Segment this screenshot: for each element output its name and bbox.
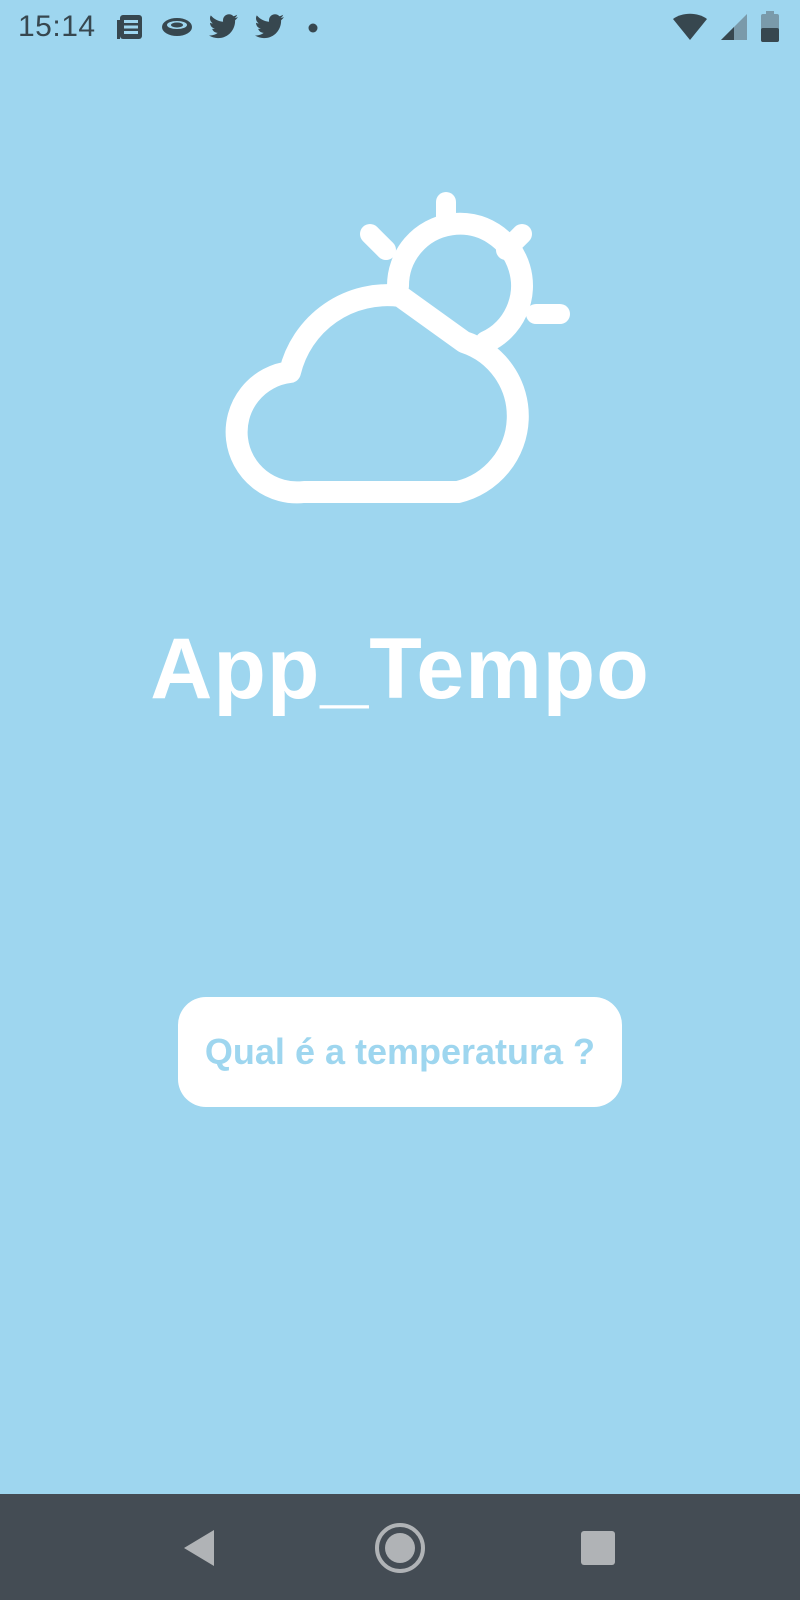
status-time: 15:14 [18,10,96,43]
news-icon [116,12,146,42]
back-icon [184,1530,214,1566]
cellular-signal-icon [720,13,748,41]
twitter-icon [254,13,286,41]
home-button[interactable] [372,1520,428,1576]
notification-icons [116,10,326,44]
navigation-bar [0,1494,800,1600]
recents-icon [581,1531,615,1565]
temperature-button[interactable]: Qual é a temperatura ? [178,997,622,1107]
battery-icon [760,11,780,43]
twitter-icon [208,13,240,41]
wifi-icon [672,13,708,41]
status-bar: 15:14 [0,0,800,52]
app-screen: 15:14 App_Tempo Qual é a temperatura ? [0,0,800,1600]
system-icons [672,10,780,44]
dot-icon [300,14,326,40]
recents-button[interactable] [570,1520,626,1576]
partly-cloudy-icon [210,190,590,520]
home-icon [375,1523,425,1573]
back-button[interactable] [172,1520,228,1576]
app-title: App_Tempo [150,621,650,717]
eye-icon [160,14,194,40]
